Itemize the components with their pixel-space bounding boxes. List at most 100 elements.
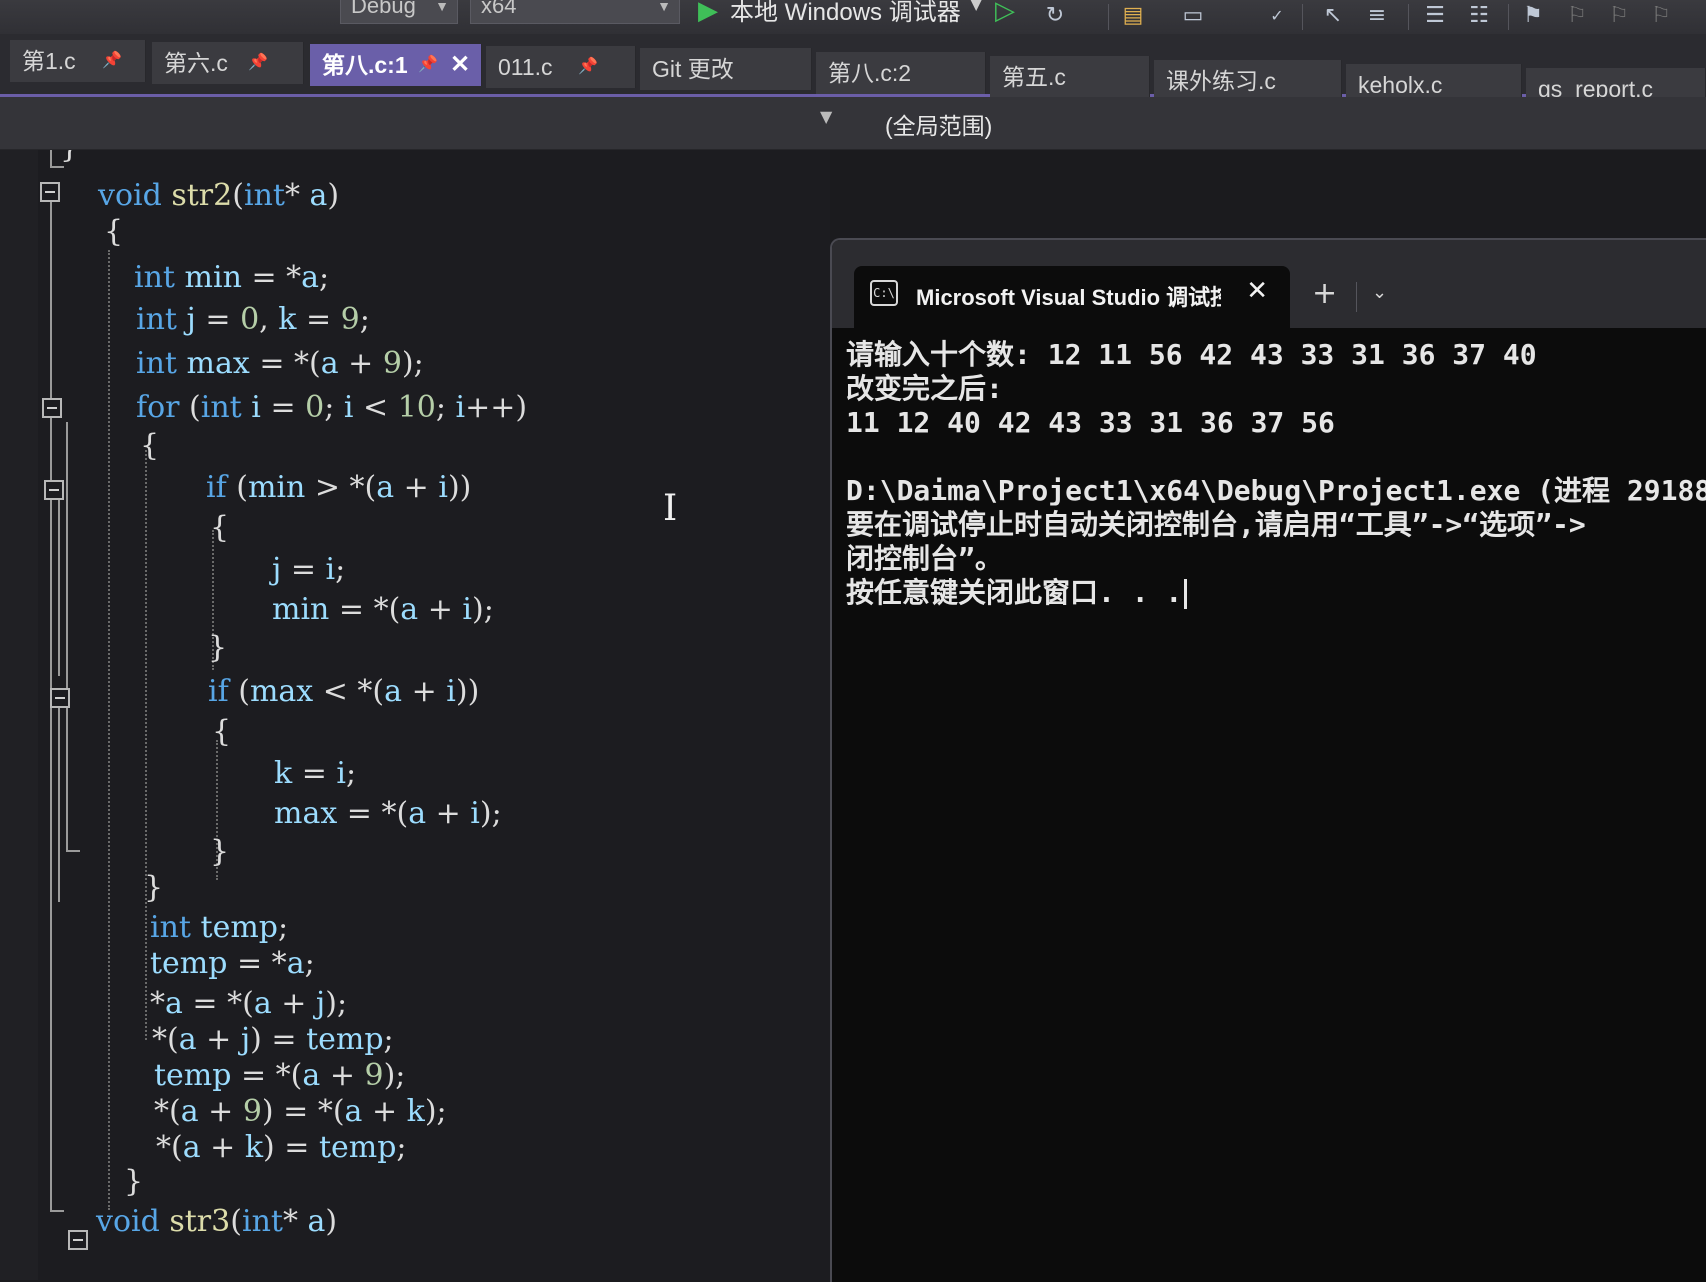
play-icon[interactable]: ▶ bbox=[698, 0, 718, 26]
tab-extra-practice[interactable]: 课外练习.c bbox=[1154, 60, 1342, 102]
pin-icon[interactable]: 📌 bbox=[418, 44, 438, 86]
configuration-value: Debug bbox=[351, 0, 416, 18]
code-line: { bbox=[210, 510, 229, 546]
code-punctuation: ( bbox=[232, 178, 244, 213]
code-line: *a = *(a + j); bbox=[150, 986, 347, 1022]
tab-5[interactable]: 第五.c bbox=[990, 56, 1150, 98]
outline-tick bbox=[66, 850, 80, 852]
code-punctuation: ); bbox=[472, 592, 494, 627]
tab-label: 第六.c bbox=[164, 50, 228, 76]
code-identifier: a bbox=[302, 1058, 321, 1093]
toolbar: Debug ▼ x64 ▼ ▶ 本地 Windows 调试器 ▼ ▷ ↻ ▤ ▭… bbox=[0, 0, 1706, 35]
code-punctuation: ; bbox=[319, 260, 330, 295]
new-tab-icon[interactable]: + bbox=[1312, 276, 1337, 311]
code-keyword: void bbox=[96, 1204, 160, 1239]
code-line: for (int i = 0; i < 10; i++) bbox=[136, 390, 527, 426]
tab-1[interactable]: 第1.c 📌 bbox=[10, 40, 146, 82]
code-punctuation: < bbox=[353, 390, 398, 425]
pin-icon[interactable]: 📌 bbox=[578, 46, 598, 88]
folder-search-icon[interactable]: ▤ bbox=[1118, 2, 1148, 30]
code-punctuation: + bbox=[271, 986, 316, 1021]
code-punctuation: = bbox=[292, 756, 337, 791]
code-line: } bbox=[124, 1164, 143, 1200]
code-punctuation: ) = *( bbox=[261, 1094, 345, 1129]
outline-line bbox=[58, 496, 60, 676]
code-number: 9 bbox=[364, 1058, 384, 1093]
code-identifier: a bbox=[384, 674, 403, 709]
configuration-dropdown[interactable]: Debug ▼ bbox=[340, 0, 458, 24]
code-punctuation: = bbox=[281, 552, 326, 587]
next-bookmark-icon[interactable]: ⚐ bbox=[1604, 2, 1634, 30]
collapse-icon[interactable] bbox=[68, 1230, 88, 1250]
prev-bookmark-icon[interactable]: ⚐ bbox=[1562, 2, 1592, 30]
code-keyword: if bbox=[208, 674, 229, 709]
pin-icon[interactable]: 📌 bbox=[102, 40, 122, 82]
outline-line bbox=[66, 422, 68, 852]
indent-icon[interactable]: ☰ bbox=[1420, 2, 1450, 30]
tab-011[interactable]: 011.c 📌 bbox=[486, 46, 636, 88]
pin-icon[interactable]: 📌 bbox=[248, 42, 268, 84]
bookmark-icon[interactable]: ⚑ bbox=[1518, 2, 1548, 30]
code-line: if (min > *(a + i)) bbox=[206, 470, 471, 506]
code-identifier: max bbox=[186, 346, 250, 381]
close-icon[interactable]: ✕ bbox=[450, 44, 470, 86]
code-editor[interactable]: } void str2(int* a) { int min = *a; int … bbox=[0, 150, 830, 1280]
window-icon[interactable]: ▭ bbox=[1178, 2, 1208, 30]
code-line: } bbox=[208, 630, 227, 666]
code-punctuation: } bbox=[210, 834, 230, 869]
tab-git-changes[interactable]: Git 更改 bbox=[640, 48, 812, 90]
code-punctuation: * bbox=[150, 986, 165, 1021]
code-punctuation: = *( bbox=[249, 346, 321, 381]
code-identifier: max bbox=[249, 674, 314, 709]
code-function: str3 bbox=[169, 1204, 231, 1239]
console-line: 闭控制台”。 bbox=[846, 542, 1003, 575]
code-punctuation: } bbox=[208, 630, 228, 665]
toolbar-separator bbox=[1508, 4, 1509, 30]
code-line: int min = *a; bbox=[134, 260, 329, 296]
code-identifier: j bbox=[272, 552, 282, 587]
code-punctuation: = *( bbox=[337, 796, 409, 831]
chevron-down-icon[interactable]: ⌄ bbox=[1372, 282, 1387, 303]
code-punctuation: ( bbox=[179, 390, 201, 425]
chevron-down-icon[interactable]: ▼ bbox=[820, 107, 832, 126]
collapse-icon[interactable] bbox=[40, 182, 60, 202]
code-keyword: int bbox=[150, 910, 191, 945]
code-punctuation: ; bbox=[396, 1130, 407, 1165]
cursor-icon[interactable]: ↖ bbox=[1318, 2, 1348, 30]
console-line: 11 12 40 42 43 33 31 36 37 56 bbox=[846, 406, 1335, 439]
tab-8-1[interactable]: 第八.c:1 📌 ✕ bbox=[310, 44, 482, 86]
collapse-icon[interactable] bbox=[42, 398, 62, 418]
code-line: } bbox=[60, 150, 79, 166]
collapse-icon[interactable] bbox=[44, 480, 64, 500]
tab-6[interactable]: 第六.c 📌 bbox=[152, 42, 304, 84]
debug-console-window[interactable]: C:\ Microsoft Visual Studio 调试控制台 ✕ + ⌄ … bbox=[830, 238, 1706, 1282]
start-debugger-button[interactable]: 本地 Windows 调试器 bbox=[730, 0, 961, 27]
code-identifier: a bbox=[301, 260, 320, 295]
code-identifier: j bbox=[315, 986, 326, 1021]
outline-line bbox=[58, 702, 60, 902]
close-icon[interactable]: ✕ bbox=[1246, 276, 1268, 306]
comment-icon[interactable]: ≡ bbox=[1362, 2, 1392, 30]
debugger-dropdown-icon[interactable]: ▼ bbox=[970, 0, 982, 13]
code-punctuation: ; bbox=[304, 946, 315, 981]
divider bbox=[1356, 282, 1357, 312]
code-identifier: i bbox=[462, 592, 473, 627]
toolbar-separator bbox=[1108, 4, 1109, 30]
console-tab[interactable]: C:\ Microsoft Visual Studio 调试控制台 ✕ bbox=[854, 266, 1290, 328]
code-identifier: a bbox=[165, 986, 183, 1021]
code-identifier: a bbox=[376, 470, 395, 505]
outdent-icon[interactable]: ☷ bbox=[1464, 2, 1494, 30]
collapse-icon[interactable] bbox=[50, 688, 70, 708]
code-keyword: int bbox=[136, 302, 177, 337]
platform-dropdown[interactable]: x64 ▼ bbox=[470, 0, 680, 24]
tab-8-2[interactable]: 第八.c:2 bbox=[816, 52, 986, 94]
scope-dropdown[interactable]: (全局范围) bbox=[885, 107, 992, 141]
code-punctuation: = *( bbox=[329, 592, 401, 627]
tab-label: 第八.c:2 bbox=[828, 60, 912, 86]
code-punctuation: = bbox=[195, 302, 241, 337]
clear-bookmark-icon[interactable]: ⚐ bbox=[1646, 2, 1676, 30]
hot-reload-icon[interactable]: ↻ bbox=[1040, 2, 1070, 30]
code-keyword: int bbox=[200, 390, 242, 425]
spellcheck-icon[interactable]: ✓ bbox=[1262, 2, 1292, 30]
start-without-debugging-icon[interactable]: ▷ bbox=[995, 0, 1015, 26]
